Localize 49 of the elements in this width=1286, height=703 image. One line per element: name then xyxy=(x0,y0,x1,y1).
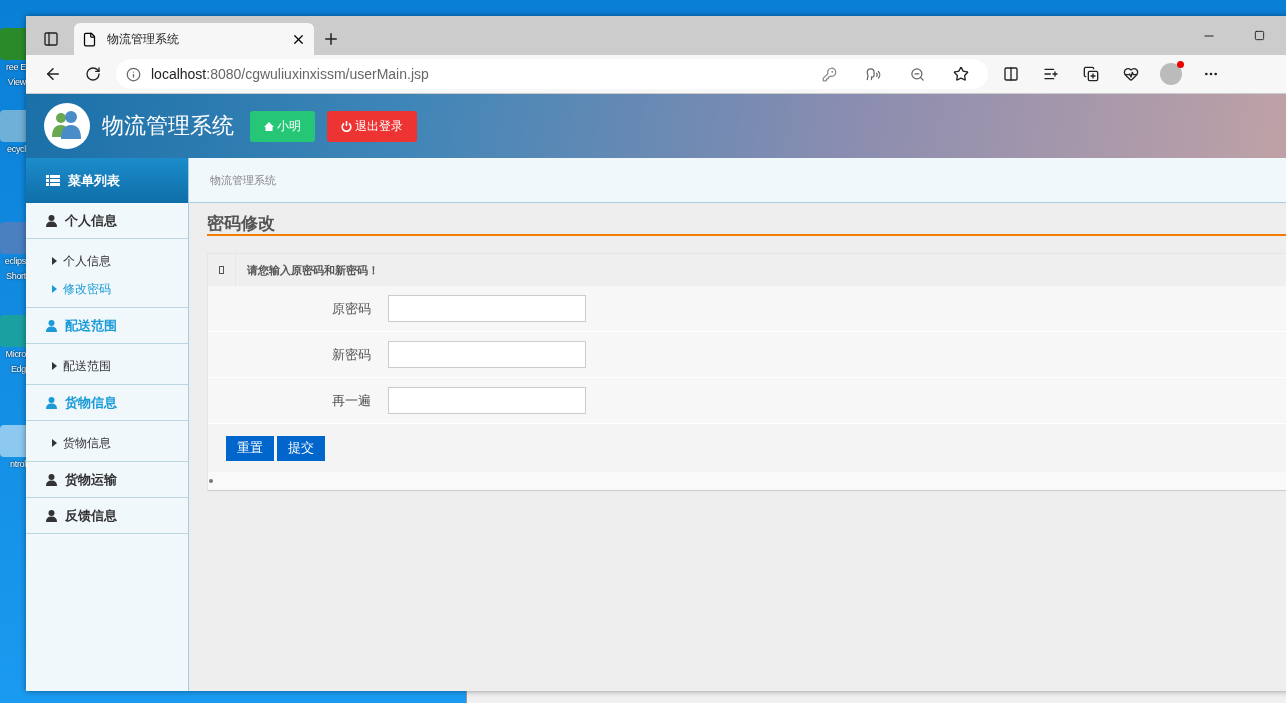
page-title: 密码修改 xyxy=(207,213,275,235)
browser-tab[interactable]: 物流管理系统 xyxy=(74,23,314,55)
field-label: 新密码 xyxy=(331,345,371,364)
home-icon xyxy=(264,121,274,131)
url-text: localhost:8080/cgwuliuxinxissm/userMain.jsp xyxy=(151,66,430,82)
submit-button[interactable]: 提交 xyxy=(277,435,325,461)
menu-item[interactable]: 配送范围 xyxy=(26,352,188,380)
desktop-icon-label: ecycl xyxy=(7,143,26,156)
desktop-icon-label: Micro xyxy=(5,348,26,361)
desktop-icon-label: eclips xyxy=(4,255,26,268)
desktop-icon-label: ntrol xyxy=(10,458,26,471)
user-icon xyxy=(46,396,57,409)
password-field[interactable] xyxy=(388,295,586,322)
desktop-icon-label: ree E xyxy=(6,61,26,74)
menu-item[interactable]: 个人信息 xyxy=(26,247,188,275)
reset-button[interactable]: 重置 xyxy=(226,435,274,461)
desktop-icon-label: Short xyxy=(6,270,26,283)
placeholder-glyph-icon xyxy=(219,266,224,274)
password-field[interactable] xyxy=(388,341,586,368)
caret-icon xyxy=(52,257,57,265)
caret-icon xyxy=(52,439,57,447)
logout-button[interactable]: 退出登录 xyxy=(327,110,417,142)
caret-icon xyxy=(52,285,57,293)
power-icon xyxy=(341,120,352,132)
info-icon[interactable] xyxy=(126,66,141,82)
menu-item[interactable]: 货物信息 xyxy=(26,429,188,457)
bullet-icon xyxy=(209,479,213,483)
caret-icon xyxy=(52,362,57,370)
app-title: 物流管理系统 xyxy=(102,112,234,140)
page-icon xyxy=(82,31,97,47)
notice-text: 请您输入原密码和新密码！ xyxy=(246,262,379,278)
breadcrumb[interactable]: 物流管理系统 xyxy=(210,172,276,188)
tab-title: 物流管理系统 xyxy=(107,30,180,48)
list-icon xyxy=(46,175,60,186)
password-field[interactable] xyxy=(388,387,586,414)
user-icon xyxy=(46,319,57,332)
desktop-icon-label: View xyxy=(7,76,26,89)
field-label: 原密码 xyxy=(331,299,371,318)
menu-group[interactable]: 货物运输 xyxy=(26,462,188,498)
address-bar[interactable]: localhost:8080/cgwuliuxinxissm/userMain.jsp xyxy=(116,59,988,89)
user-icon xyxy=(46,509,57,522)
sidebar-title: 菜单列表 xyxy=(68,171,120,190)
field-label: 再一遍 xyxy=(331,391,371,410)
logo-icon xyxy=(44,103,90,149)
user-icon xyxy=(46,473,57,486)
user-icon xyxy=(46,214,57,227)
desktop-icon-label: Edg xyxy=(10,363,26,376)
menu-group[interactable]: 反馈信息 xyxy=(26,498,188,534)
menu-group[interactable]: 个人信息 xyxy=(26,203,188,239)
